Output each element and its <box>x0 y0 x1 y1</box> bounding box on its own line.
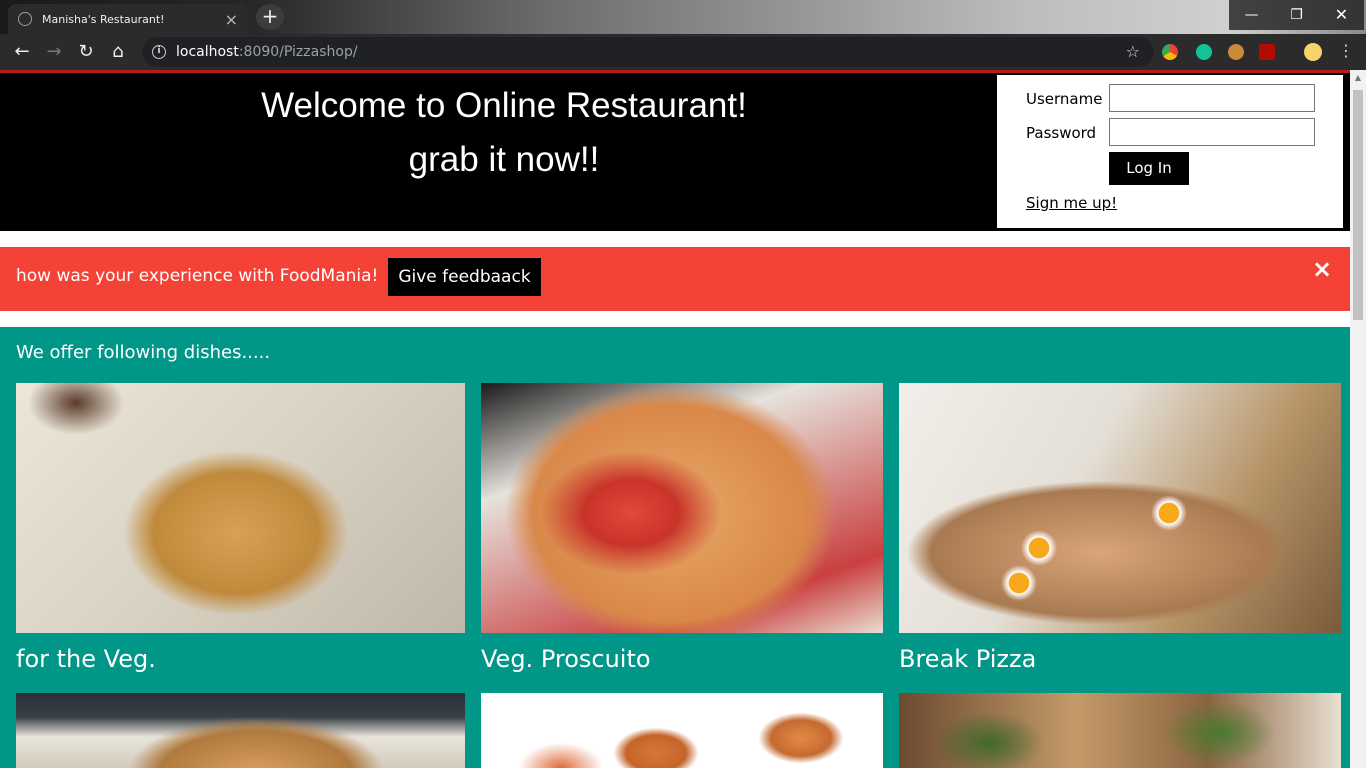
give-feedback-button[interactable]: Give feedbaack <box>388 258 541 296</box>
close-icon[interactable]: × <box>1312 255 1332 283</box>
feedback-text: how was your experience with FoodMania! <box>16 266 379 286</box>
reload-icon[interactable]: ↻ <box>70 36 102 68</box>
dishes-intro: We offer following dishes..... <box>16 342 271 363</box>
browser-menu-icon[interactable]: ⋮ <box>1338 40 1354 62</box>
dish-name-1: for the Veg. <box>16 645 156 673</box>
home-icon[interactable]: ⌂ <box>102 36 134 68</box>
password-label: Password <box>1026 124 1097 142</box>
login-button[interactable]: Log In <box>1109 152 1189 185</box>
tab-title: Manisha's Restaurant! <box>42 12 165 26</box>
back-arrow-icon[interactable]: ← <box>6 36 38 68</box>
dish-name-3: Break Pizza <box>899 645 1037 673</box>
username-label: Username <box>1026 90 1103 108</box>
globe-icon <box>18 12 32 26</box>
password-input[interactable] <box>1109 118 1315 146</box>
minimize-button[interactable]: — <box>1229 0 1274 30</box>
address-bar[interactable]: i localhost:8090/Pizzashop/ ☆ <box>142 37 1154 67</box>
dish-image-2[interactable] <box>481 383 883 633</box>
browser-tab-active[interactable]: Manisha's Restaurant! × <box>8 4 248 34</box>
pdf-icon[interactable] <box>1259 44 1275 60</box>
dish-image-3[interactable] <box>899 383 1341 633</box>
site-info-icon[interactable]: i <box>152 45 166 59</box>
dish-image-6[interactable] <box>899 693 1341 768</box>
welcome-line-1: Welcome to Online Restaurant! <box>261 86 747 125</box>
bookmark-star-icon[interactable]: ☆ <box>1126 37 1140 67</box>
chrome-icon[interactable] <box>1162 44 1178 60</box>
welcome-heading: Welcome to Online Restaurant! grab it no… <box>0 79 1008 187</box>
feedback-banner: how was your experience with FoodMania! … <box>0 247 1350 311</box>
dish-image-4[interactable] <box>16 693 465 768</box>
url-host: localhost <box>176 44 239 60</box>
signup-link[interactable]: Sign me up! <box>1026 194 1117 212</box>
dishes-section: We offer following dishes..... for the V… <box>0 327 1350 768</box>
forward-arrow-icon[interactable]: → <box>38 36 70 68</box>
dish-image-5[interactable] <box>481 693 883 768</box>
login-form: Username Password Log In Sign me up! <box>997 75 1343 228</box>
close-window-button[interactable]: ✕ <box>1319 0 1364 30</box>
profile-avatar[interactable] <box>1304 43 1322 61</box>
site-header: Welcome to Online Restaurant! grab it no… <box>0 73 1350 231</box>
scroll-thumb[interactable] <box>1353 90 1363 320</box>
new-tab-button[interactable]: + <box>256 4 284 30</box>
dish-name-2: Veg. Proscuito <box>481 645 651 673</box>
welcome-line-2: grab it now!! <box>408 140 600 179</box>
tab-close-icon[interactable]: × <box>225 10 238 29</box>
page-content: Welcome to Online Restaurant! grab it no… <box>0 73 1350 768</box>
url-path: :8090/Pizzashop/ <box>238 44 358 60</box>
scroll-up-arrow-icon[interactable]: ▲ <box>1350 70 1366 86</box>
page-scrollbar[interactable]: ▲ <box>1350 70 1366 768</box>
cookie-icon[interactable] <box>1228 44 1244 60</box>
grammarly-icon[interactable] <box>1196 44 1212 60</box>
dish-image-1[interactable] <box>16 383 465 633</box>
username-input[interactable] <box>1109 84 1315 112</box>
maximize-button[interactable]: ❐ <box>1274 0 1319 30</box>
browser-titlebar: Manisha's Restaurant! × + — ❐ ✕ <box>0 0 1366 34</box>
